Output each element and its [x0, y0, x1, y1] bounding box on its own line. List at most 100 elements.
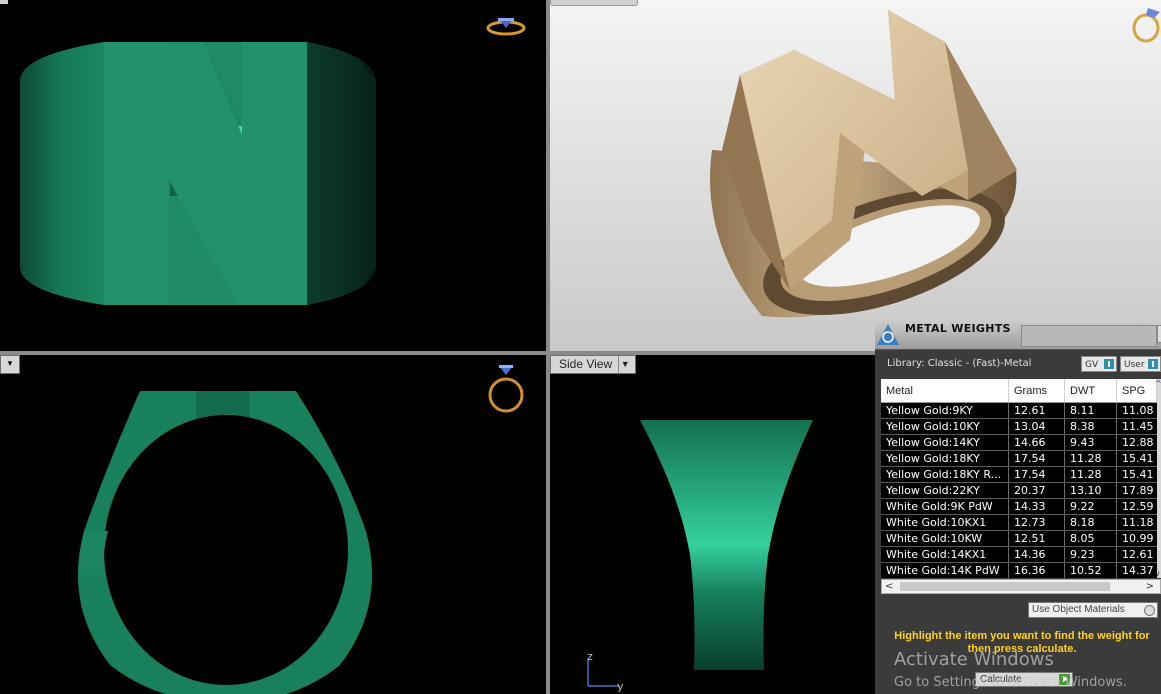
cell-dwt: 9.22 [1065, 499, 1117, 514]
table-horizontal-scrollbar[interactable]: < > [881, 579, 1161, 594]
viewport-tab[interactable] [550, 0, 638, 6]
cell-grams: 20.37 [1009, 483, 1065, 498]
cell-grams: 13.04 [1009, 419, 1065, 434]
table-row[interactable]: White Gold:9K PdW 14.33 9.22 12.59 [881, 499, 1161, 515]
info-icon [1148, 359, 1158, 369]
top-viewport[interactable] [0, 0, 546, 351]
axis-y-label: y [617, 680, 624, 693]
column-header-grams[interactable]: Grams [1009, 379, 1065, 402]
table-row[interactable]: White Gold:10KW 12.51 8.05 10.99 [881, 531, 1161, 547]
table-row[interactable]: Yellow Gold:22KY 20.37 13.10 17.89 [881, 483, 1161, 499]
panel-header[interactable]: METAL WEIGHTS [875, 321, 1161, 350]
cell-grams: 14.66 [1009, 435, 1065, 450]
table-row[interactable]: White Gold:14K PdW 16.36 10.52 14.37 [881, 563, 1161, 578]
cell-dwt: 8.18 [1065, 515, 1117, 530]
gv-label: GV [1085, 360, 1099, 370]
cell-grams: 17.54 [1009, 451, 1065, 466]
scroll-thumb[interactable] [900, 582, 1110, 591]
activation-watermark: Activate Windows Go to Settings to activ… [894, 650, 1127, 693]
cell-spg: 12.59 [1122, 500, 1154, 513]
panel-title: METAL WEIGHTS [905, 322, 1011, 335]
viewport-tab[interactable] [0, 0, 8, 4]
cell-spg: 11.18 [1122, 516, 1154, 529]
watermark-subtitle: Go to Settings to activate Windows. [894, 675, 1127, 690]
cell-metal: White Gold:10KX1 [881, 515, 1009, 530]
cell-dwt: 10.52 [1065, 563, 1117, 578]
cell-grams: 12.61 [1009, 403, 1065, 418]
scroll-down-icon[interactable]: v [1155, 569, 1160, 578]
ring-perspective-render [710, 10, 1017, 318]
viewport-divider-vertical[interactable] [546, 0, 550, 694]
column-header-metal[interactable]: Metal [881, 379, 1009, 402]
table-row[interactable]: White Gold:10KX1 12.73 8.18 11.18 [881, 515, 1161, 531]
cell-metal: Yellow Gold:9KY [881, 403, 1009, 418]
cell-grams: 14.33 [1009, 499, 1065, 514]
column-header-spg[interactable]: SPG [1117, 379, 1157, 402]
cell-dwt: 9.23 [1065, 547, 1117, 562]
cell-spg: 11.45 [1122, 420, 1154, 433]
cell-spg: 12.88 [1122, 436, 1154, 449]
cell-grams: 14.36 [1009, 547, 1065, 562]
view-selector[interactable]: Side View ▼ [550, 355, 637, 374]
radio-icon [1144, 605, 1155, 616]
cell-metal: Yellow Gold:18KY R... [881, 467, 1009, 482]
use-object-materials-button[interactable]: Use Object Materials [1028, 602, 1158, 618]
front-viewport[interactable]: ▾ [0, 355, 546, 694]
table-row[interactable]: Yellow Gold:9KY 12.61 8.11 11.08 [881, 403, 1161, 419]
axis-z-label: z [587, 650, 593, 663]
use-object-materials-label: Use Object Materials [1032, 604, 1125, 615]
cell-metal: Yellow Gold:18KY [881, 451, 1009, 466]
table-row[interactable]: Yellow Gold:18KY 17.54 11.28 15.41 [881, 451, 1161, 467]
cell-metal: White Gold:10KW [881, 531, 1009, 546]
scroll-left-icon[interactable]: < [885, 580, 893, 593]
table-row[interactable]: Yellow Gold:14KY 14.66 9.43 12.88 [881, 435, 1161, 451]
info-icon [1104, 359, 1114, 369]
cell-dwt: 8.05 [1065, 531, 1117, 546]
cell-metal: White Gold:14KX1 [881, 547, 1009, 562]
column-header-dwt[interactable]: DWT [1065, 379, 1117, 402]
cell-metal: Yellow Gold:22KY [881, 483, 1009, 498]
chevron-down-icon[interactable]: ▼ [618, 356, 631, 373]
metal-table[interactable]: Metal Grams DWT SPG Yellow Gold:9KY 12.61… [881, 379, 1161, 578]
user-toggle[interactable]: User [1120, 356, 1161, 372]
library-label: Library: Classic - (Fast)-Metal [887, 358, 1032, 369]
watermark-title: Activate Windows [894, 649, 1054, 670]
table-row[interactable]: White Gold:14KX1 14.36 9.23 12.61 [881, 547, 1161, 563]
gv-toggle[interactable]: GV [1081, 356, 1117, 372]
scroll-right-icon[interactable]: > [1146, 580, 1154, 593]
cell-grams: 12.51 [1009, 531, 1065, 546]
cell-spg: 14.37 [1122, 564, 1154, 577]
cell-spg: 12.61 [1122, 548, 1154, 561]
ring-front-render [77, 391, 373, 694]
cell-spg: 11.08 [1122, 404, 1154, 417]
panel-header-tab[interactable] [1021, 325, 1157, 347]
table-header: Metal Grams DWT SPG [881, 379, 1161, 403]
cell-dwt: 13.10 [1065, 483, 1117, 498]
cell-dwt: 11.28 [1065, 451, 1117, 466]
scroll-up-icon[interactable]: ^ [1155, 379, 1161, 388]
perspective-viewport[interactable] [550, 0, 1161, 351]
cell-grams: 17.54 [1009, 467, 1065, 482]
cell-dwt: 9.43 [1065, 435, 1117, 450]
cell-spg: 15.41 [1122, 468, 1154, 481]
panel-close-button[interactable] [1157, 325, 1161, 343]
user-label: User [1124, 360, 1145, 370]
cell-metal: Yellow Gold:14KY [881, 435, 1009, 450]
table-row[interactable]: Yellow Gold:10KY 13.04 8.38 11.45 [881, 419, 1161, 435]
ring-orientation-icon[interactable] [1130, 6, 1161, 44]
ring-orientation-icon[interactable] [488, 363, 524, 417]
ring-top-render [20, 42, 376, 305]
cell-grams: 16.36 [1009, 563, 1065, 578]
cell-metal: White Gold:14K PdW [881, 563, 1009, 578]
cell-metal: White Gold:9K PdW [881, 499, 1009, 514]
cell-spg: 15.41 [1122, 452, 1154, 465]
viewport-dropdown[interactable]: ▾ [0, 355, 20, 374]
table-vertical-scrollbar[interactable]: ^ v [1155, 379, 1161, 578]
metal-weights-icon [877, 324, 899, 345]
table-row[interactable]: Yellow Gold:18KY R... 17.54 11.28 15.41 [881, 467, 1161, 483]
cell-dwt: 8.38 [1065, 419, 1117, 434]
cell-grams: 12.73 [1009, 515, 1065, 530]
ring-side-render [640, 420, 813, 670]
ring-orientation-icon[interactable] [486, 14, 526, 42]
side-viewport[interactable]: Side View ▼ z y [550, 355, 875, 694]
